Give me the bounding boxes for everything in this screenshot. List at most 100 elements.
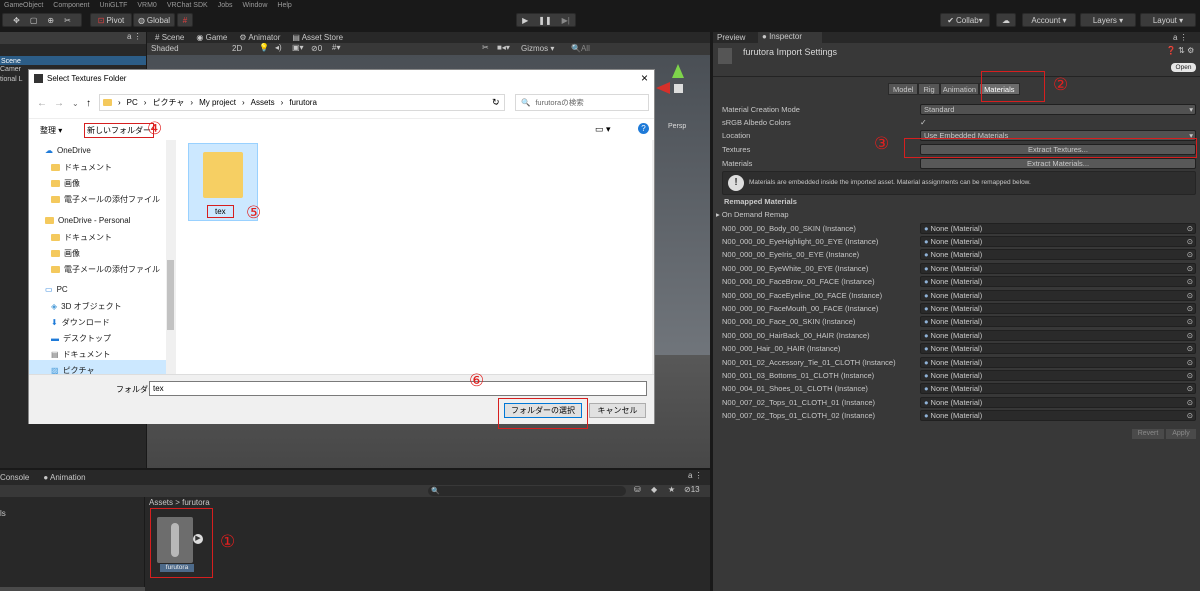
tree-item[interactable]: ドキュメント — [51, 162, 112, 173]
tree-item[interactable]: ▬ デスクトップ — [51, 333, 111, 344]
transform-tool-icon[interactable]: ⊕ — [47, 16, 54, 25]
tree-item[interactable]: ▭ PC — [45, 285, 68, 294]
material-object-field[interactable]: ● None (Material) ⊙ — [920, 356, 1196, 368]
tree-item[interactable]: 画像 — [51, 248, 80, 259]
refresh-icon[interactable]: ↻ — [492, 97, 500, 108]
effects-toggle-icon[interactable]: ▣▾ — [292, 43, 304, 52]
view-options-icon[interactable]: ▭ ▾ — [595, 124, 611, 135]
shading-mode-dropdown[interactable]: Shaded — [151, 44, 179, 53]
address-bar[interactable]: › PC › ピクチャ › My project › Assets › furutora… — [99, 94, 505, 111]
project-tree-item[interactable]: ls — [0, 509, 6, 518]
material-object-field[interactable]: ● None (Material) ⊙ — [920, 410, 1196, 422]
cancel-button[interactable]: キャンセル — [589, 403, 646, 418]
move-tool-icon[interactable]: ✥ — [13, 16, 20, 25]
tree-item[interactable]: ドキュメント — [51, 232, 112, 243]
tab-asset-store[interactable]: ▤ Asset Store — [292, 33, 343, 42]
tab-animation[interactable]: ● Animation — [43, 473, 85, 482]
subtab-rig[interactable]: Rig — [918, 83, 940, 95]
menu-unigltf[interactable]: UniGLTF — [100, 2, 128, 9]
favorite-icon[interactable]: ★ — [668, 485, 675, 494]
tree-item[interactable]: OneDrive - Personal — [45, 216, 130, 225]
material-object-field[interactable]: ● None (Material) ⊙ — [920, 343, 1196, 355]
close-icon[interactable]: × — [641, 71, 648, 85]
material-object-field[interactable]: ● None (Material) ⊙ — [920, 235, 1196, 247]
material-object-field[interactable]: ● None (Material) ⊙ — [920, 249, 1196, 261]
srgb-checkbox[interactable]: ✓ — [920, 118, 927, 127]
material-object-field[interactable]: ● None (Material) ⊙ — [920, 316, 1196, 328]
pivot-button[interactable]: ⊡ Pivot — [90, 13, 132, 27]
hierarchy-item-light[interactable]: tional L — [0, 76, 23, 83]
object-picker-icon[interactable]: ⊙ — [1187, 358, 1193, 367]
expand-asset-icon[interactable]: ▶ — [193, 534, 203, 544]
apply-button[interactable]: Apply — [1166, 429, 1196, 439]
mode-2d-toggle[interactable]: 2D — [232, 44, 242, 53]
object-picker-icon[interactable]: ⊙ — [1187, 277, 1193, 286]
tree-item[interactable]: ⬇ ダウンロード — [51, 317, 110, 328]
object-picker-icon[interactable]: ⊙ — [1187, 398, 1193, 407]
up-icon[interactable]: ↑ — [86, 98, 91, 109]
path-my-project[interactable]: My project — [199, 98, 236, 107]
object-picker-icon[interactable]: ⊙ — [1187, 344, 1193, 353]
object-picker-icon[interactable]: ⊙ — [1187, 411, 1193, 420]
folder-name-input[interactable]: tex — [149, 381, 647, 396]
play-controls[interactable]: ▶ ❚❚ ▶| — [516, 13, 576, 27]
history-chevron-icon[interactable]: ⌄ — [72, 99, 79, 108]
on-demand-remap-foldout[interactable]: ▸ On Demand Remap — [716, 210, 789, 219]
account-dropdown[interactable]: Account ▾ — [1022, 13, 1076, 27]
camera-icon[interactable]: ■◂▾ — [497, 43, 510, 52]
open-button[interactable]: Open — [1171, 63, 1196, 72]
gizmos-dropdown[interactable]: Gizmos ▾ — [521, 44, 554, 53]
dialog-search-input[interactable]: 🔍 furutoraの検索 — [515, 94, 649, 111]
revert-button[interactable]: Revert — [1132, 429, 1164, 439]
grid-snap-button[interactable]: # — [177, 13, 193, 27]
tab-console[interactable]: Console — [0, 473, 29, 482]
tree-scrollbar[interactable] — [166, 140, 175, 374]
layers-dropdown[interactable]: Layers ▾ — [1080, 13, 1136, 27]
hidden-objects-toggle[interactable]: ⊘0 — [311, 44, 322, 53]
material-object-field[interactable]: ● None (Material) ⊙ — [920, 289, 1196, 301]
forward-icon[interactable]: → — [54, 98, 64, 109]
organize-menu[interactable]: 整理 ▾ — [40, 125, 62, 136]
tab-scene[interactable]: # Scene — [155, 33, 184, 42]
new-folder-button[interactable]: 新しいフォルダー — [84, 123, 154, 138]
inspector-lock-icon[interactable]: a ⋮ — [1173, 33, 1188, 42]
tree-item[interactable]: 電子メールの添付ファイル — [51, 194, 160, 205]
global-button[interactable]: ◍ Global — [133, 13, 175, 27]
menu-component[interactable]: Component — [53, 2, 89, 9]
object-picker-icon[interactable]: ⊙ — [1187, 250, 1193, 259]
help-icon[interactable]: ? — [638, 123, 649, 134]
step-icon[interactable]: ▶| — [562, 16, 570, 25]
object-picker-icon[interactable]: ⊙ — [1187, 224, 1193, 233]
path-furutora[interactable]: furutora — [289, 98, 317, 107]
extract-materials-button[interactable]: Extract Materials... — [920, 157, 1196, 169]
hierarchy-item-camera[interactable]: Camer — [0, 66, 21, 73]
path-pictures[interactable]: ピクチャ — [152, 97, 184, 108]
menu-jobs[interactable]: Jobs — [218, 2, 233, 9]
tab-animator[interactable]: ⚙ Animator — [239, 33, 280, 42]
layout-dropdown[interactable]: Layout ▾ — [1140, 13, 1196, 27]
project-search-input[interactable]: 🔍 — [428, 486, 626, 496]
select-folder-button[interactable]: フォルダーの選択 — [504, 403, 582, 418]
collab-button[interactable]: ✔ Collab ▾ — [940, 13, 990, 27]
tab-inspector[interactable]: ● Inspector — [758, 32, 822, 43]
tree-item[interactable]: ☁ OneDrive — [45, 146, 91, 155]
material-object-field[interactable]: ● None (Material) ⊙ — [920, 329, 1196, 341]
menu-window[interactable]: Window — [242, 2, 267, 9]
tree-item[interactable]: ◈ 3D オブジェクト — [51, 301, 122, 312]
menu-vrm0[interactable]: VRM0 — [137, 2, 156, 9]
persp-label[interactable]: Persp — [668, 123, 686, 130]
subtab-model[interactable]: Model — [888, 83, 919, 95]
project-lock-icon[interactable]: a ⋮ — [688, 471, 703, 480]
filter-type-icon[interactable]: ⛁ — [634, 485, 641, 494]
help-settings-icons[interactable]: ❓ ⇅ ⚙ — [1166, 46, 1194, 55]
object-picker-icon[interactable]: ⊙ — [1187, 291, 1193, 300]
rect-tool-icon[interactable]: ▢ — [30, 16, 38, 25]
path-pc[interactable]: PC — [127, 98, 138, 107]
play-icon[interactable]: ▶ — [522, 16, 528, 25]
tree-scrollbar-thumb[interactable] — [167, 260, 174, 330]
object-picker-icon[interactable]: ⊙ — [1187, 237, 1193, 246]
back-icon[interactable]: ← — [37, 98, 47, 109]
lighting-toggle-icon[interactable]: 💡 — [259, 43, 269, 52]
scene-grid-toggle-icon[interactable]: #▾ — [332, 43, 340, 52]
audio-toggle-icon[interactable]: ◂) — [275, 43, 282, 52]
